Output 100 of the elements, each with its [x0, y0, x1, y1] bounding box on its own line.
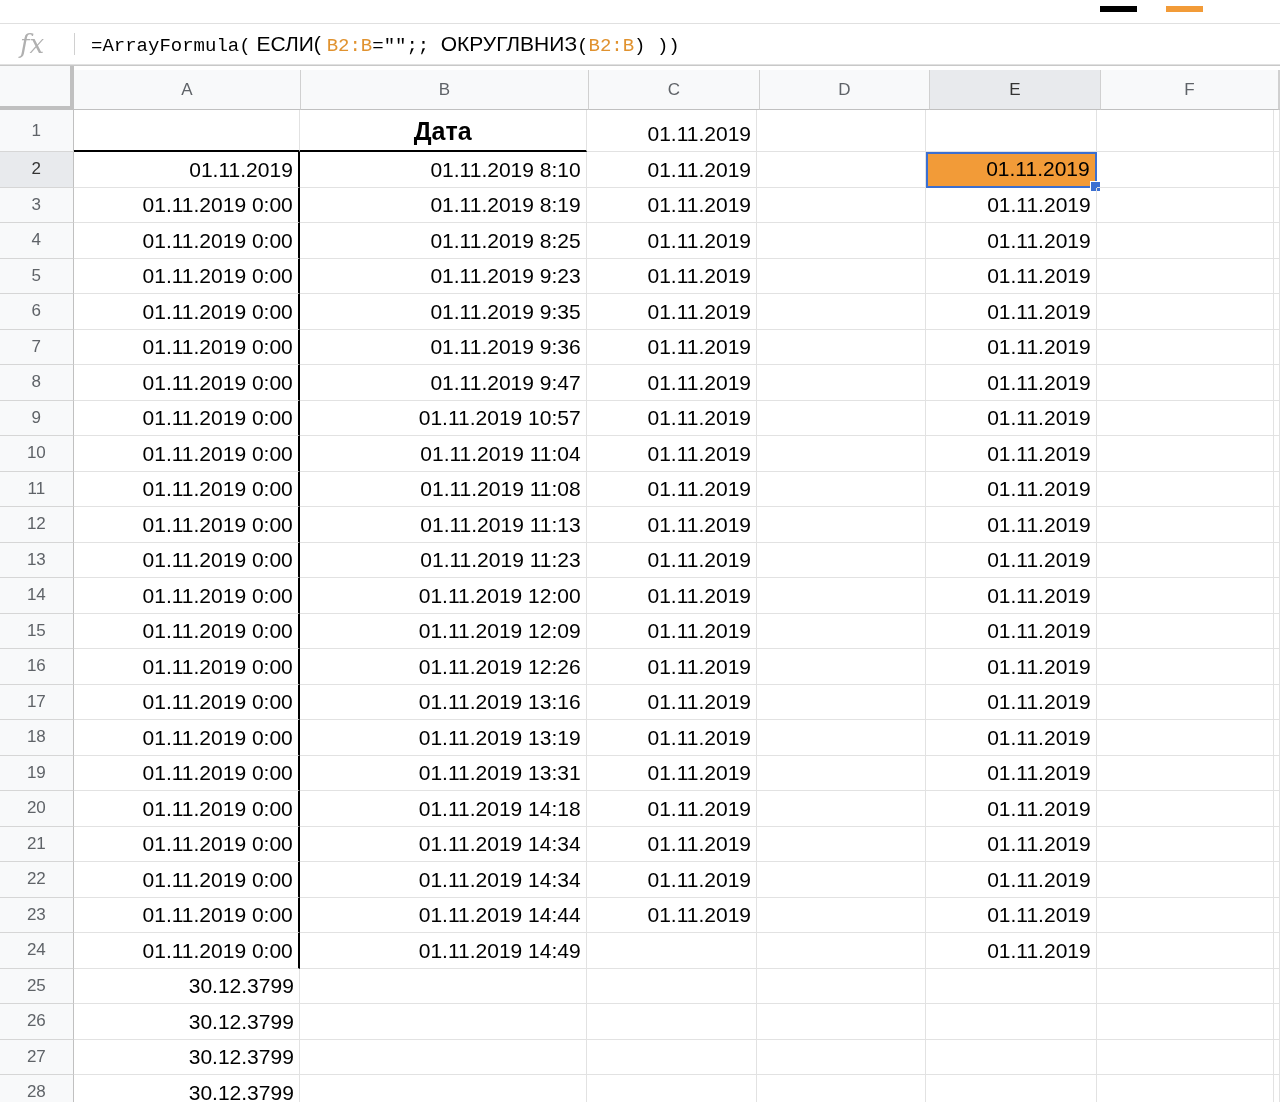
table-cell[interactable]: 01.11.2019 [586, 542, 757, 578]
table-cell[interactable]: 01.11.2019 8:19 [299, 187, 587, 223]
table-cell[interactable]: 01.11.2019 0:00 [73, 791, 300, 827]
empty-cell[interactable] [586, 1004, 757, 1040]
table-cell[interactable]: 01.11.2019 [586, 110, 757, 152]
empty-cell[interactable] [1096, 436, 1274, 472]
empty-cell[interactable] [586, 933, 757, 969]
row-header[interactable]: 7 [0, 329, 74, 365]
table-cell[interactable]: 01.11.2019 0:00 [73, 436, 300, 472]
empty-cell[interactable] [1096, 471, 1274, 507]
empty-cell[interactable] [1096, 507, 1274, 543]
table-cell[interactable]: 01.11.2019 0:00 [73, 223, 300, 259]
empty-cell[interactable] [757, 329, 927, 365]
empty-cell[interactable] [1096, 862, 1274, 898]
empty-cell[interactable] [1274, 578, 1280, 614]
table-cell[interactable]: 01.11.2019 0:00 [73, 542, 300, 578]
table-cell[interactable]: 01.11.2019 [73, 152, 300, 188]
empty-cell[interactable] [1274, 471, 1280, 507]
empty-cell[interactable] [926, 1004, 1097, 1040]
row-header[interactable]: 21 [0, 826, 74, 862]
table-cell[interactable]: 01.11.2019 [926, 862, 1097, 898]
row-header[interactable]: 18 [0, 720, 74, 756]
table-cell[interactable]: 01.11.2019 0:00 [73, 294, 300, 330]
table-cell[interactable]: 01.11.2019 [926, 365, 1097, 401]
row-header[interactable]: 13 [0, 542, 74, 578]
empty-cell[interactable] [1096, 968, 1274, 1004]
table-cell[interactable]: 01.11.2019 [926, 400, 1097, 436]
empty-cell[interactable] [1096, 542, 1274, 578]
empty-cell[interactable] [1274, 791, 1280, 827]
table-cell[interactable]: 01.11.2019 [586, 400, 757, 436]
empty-cell[interactable] [1096, 1004, 1274, 1040]
empty-cell[interactable] [1096, 400, 1274, 436]
empty-cell[interactable] [1096, 110, 1274, 152]
table-cell[interactable]: 01.11.2019 0:00 [73, 613, 300, 649]
empty-cell[interactable] [1096, 1039, 1274, 1075]
empty-cell[interactable] [1274, 720, 1280, 756]
empty-cell[interactable] [1274, 1039, 1280, 1075]
table-cell[interactable]: 01.11.2019 [586, 152, 757, 188]
table-cell[interactable]: 30.12.3799 [73, 1039, 300, 1075]
empty-cell[interactable] [1096, 258, 1274, 294]
empty-cell[interactable] [1274, 684, 1280, 720]
row-header[interactable]: 28 [0, 1075, 74, 1102]
empty-cell[interactable] [1274, 755, 1280, 791]
empty-cell[interactable] [757, 294, 927, 330]
table-cell[interactable]: 01.11.2019 0:00 [73, 684, 300, 720]
table-cell[interactable]: 01.11.2019 [586, 436, 757, 472]
table-cell[interactable]: 01.11.2019 10:57 [299, 400, 587, 436]
table-cell[interactable]: 01.11.2019 0:00 [73, 862, 300, 898]
table-cell[interactable]: 01.11.2019 [586, 507, 757, 543]
table-cell[interactable]: 01.11.2019 [926, 720, 1097, 756]
table-cell[interactable]: 01.11.2019 12:00 [299, 578, 587, 614]
row-header[interactable]: 6 [0, 294, 74, 330]
empty-cell[interactable] [1096, 294, 1274, 330]
empty-cell[interactable] [1274, 152, 1280, 188]
row-header[interactable]: 4 [0, 223, 74, 259]
table-cell[interactable]: 30.12.3799 [73, 1004, 300, 1040]
table-cell[interactable]: 01.11.2019 13:16 [299, 684, 587, 720]
row-header[interactable]: 26 [0, 1004, 74, 1040]
table-cell[interactable]: 01.11.2019 9:35 [299, 294, 587, 330]
empty-cell[interactable] [1096, 223, 1274, 259]
table-cell[interactable]: 01.11.2019 [586, 862, 757, 898]
column-header[interactable]: C [589, 70, 760, 110]
table-cell[interactable]: 01.11.2019 14:44 [299, 897, 587, 933]
table-cell[interactable]: 01.11.2019 [926, 471, 1097, 507]
empty-cell[interactable] [757, 507, 927, 543]
table-cell[interactable]: 01.11.2019 11:04 [299, 436, 587, 472]
empty-cell[interactable] [926, 1039, 1097, 1075]
fill-handle[interactable] [1089, 180, 1101, 192]
empty-cell[interactable] [1274, 826, 1280, 862]
empty-cell[interactable] [1096, 826, 1274, 862]
row-header[interactable]: 19 [0, 755, 74, 791]
table-cell[interactable]: 01.11.2019 0:00 [73, 258, 300, 294]
table-cell[interactable]: 01.11.2019 11:08 [299, 471, 587, 507]
table-cell[interactable]: 01.11.2019 8:10 [299, 152, 587, 188]
empty-cell[interactable] [1274, 613, 1280, 649]
table-cell[interactable]: 01.11.2019 0:00 [73, 400, 300, 436]
empty-cell[interactable] [757, 1039, 927, 1075]
empty-cell[interactable] [1274, 862, 1280, 898]
empty-cell[interactable] [1274, 436, 1280, 472]
table-cell[interactable]: 01.11.2019 [586, 365, 757, 401]
table-cell[interactable]: 01.11.2019 12:09 [299, 613, 587, 649]
empty-cell[interactable] [757, 365, 927, 401]
table-cell[interactable]: 01.11.2019 12:26 [299, 649, 587, 685]
row-header[interactable]: 23 [0, 897, 74, 933]
select-all-corner[interactable] [0, 66, 74, 110]
table-cell[interactable]: 01.11.2019 [926, 294, 1097, 330]
row-header[interactable]: 27 [0, 1039, 74, 1075]
row-header[interactable]: 24 [0, 933, 74, 969]
empty-cell[interactable] [757, 187, 927, 223]
table-cell[interactable]: 01.11.2019 0:00 [73, 720, 300, 756]
table-cell[interactable]: 01.11.2019 [926, 791, 1097, 827]
empty-cell[interactable] [1096, 578, 1274, 614]
empty-cell[interactable] [757, 720, 927, 756]
row-header[interactable]: 12 [0, 507, 74, 543]
empty-cell[interactable] [1096, 649, 1274, 685]
table-cell[interactable]: 01.11.2019 9:47 [299, 365, 587, 401]
text-color-icon[interactable] [1100, 6, 1137, 12]
table-cell[interactable]: 01.11.2019 [926, 578, 1097, 614]
empty-cell[interactable] [586, 1039, 757, 1075]
column-header[interactable]: F [1101, 70, 1279, 110]
